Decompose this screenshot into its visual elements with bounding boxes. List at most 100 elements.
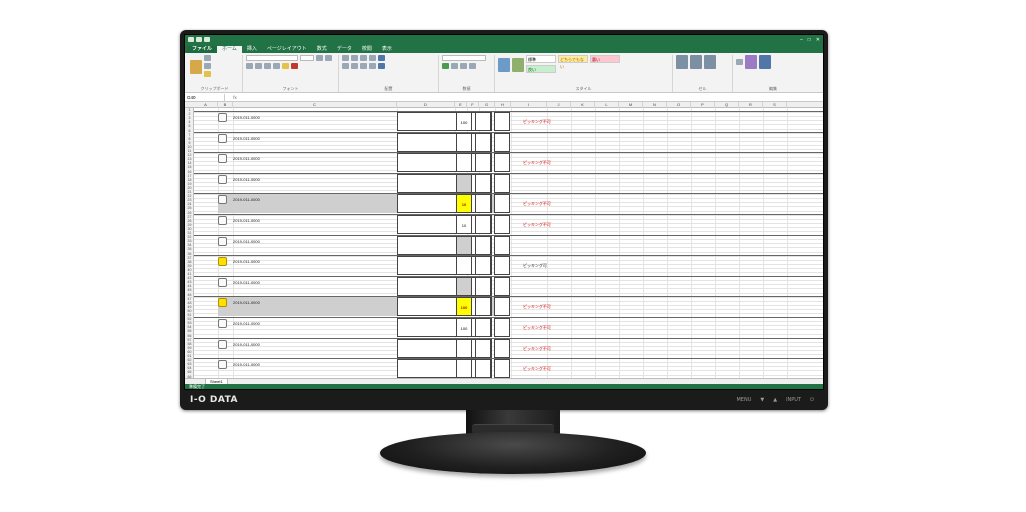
copy-icon[interactable]: [204, 63, 211, 69]
column-header[interactable]: H: [495, 102, 511, 108]
down-button[interactable]: ▼: [760, 396, 764, 404]
stock-cell[interactable]: [475, 318, 491, 337]
column-header[interactable]: E: [455, 102, 467, 108]
tab-formulas[interactable]: 数式: [312, 46, 332, 53]
stock-cell[interactable]: [475, 153, 491, 173]
minimize-icon[interactable]: –: [800, 37, 803, 43]
tab-file[interactable]: ファイル: [187, 46, 218, 53]
format-table-icon[interactable]: [512, 58, 524, 72]
tab-insert[interactable]: 挿入: [242, 46, 262, 53]
quantity-cell[interactable]: [456, 276, 472, 296]
stock-cell[interactable]: [475, 256, 491, 276]
column-header[interactable]: F: [467, 102, 479, 108]
quantity-cell[interactable]: [456, 256, 472, 276]
tab-view[interactable]: 表示: [377, 46, 397, 53]
style-good[interactable]: 良い: [526, 65, 556, 73]
fill-color-icon[interactable]: [282, 63, 289, 69]
border-icon[interactable]: [273, 63, 280, 69]
insert-cells-icon[interactable]: [676, 55, 688, 69]
undo-icon[interactable]: [196, 37, 202, 42]
align-middle-icon[interactable]: [351, 55, 358, 61]
column-header[interactable]: C: [233, 102, 397, 108]
italic-icon[interactable]: [255, 63, 262, 69]
count-cell[interactable]: [494, 112, 510, 131]
count-cell[interactable]: [494, 153, 510, 173]
menu-button[interactable]: MENU: [736, 396, 751, 404]
style-bad[interactable]: 悪い: [590, 55, 620, 63]
count-cell[interactable]: [494, 132, 510, 152]
maximize-icon[interactable]: □: [808, 37, 811, 43]
count-cell[interactable]: [494, 194, 510, 214]
save-icon[interactable]: [188, 37, 194, 42]
bold-icon[interactable]: [246, 63, 253, 69]
quantity-cell[interactable]: [456, 359, 472, 378]
quantity-cell[interactable]: [456, 153, 472, 173]
number-format-select[interactable]: [442, 55, 486, 61]
stock-cell[interactable]: [475, 173, 491, 193]
count-cell[interactable]: [494, 338, 510, 358]
tab-home[interactable]: ホーム: [217, 46, 242, 53]
align-right-icon[interactable]: [360, 63, 367, 69]
count-cell[interactable]: [494, 297, 510, 317]
cut-icon[interactable]: [204, 55, 211, 61]
column-header[interactable]: O: [667, 102, 691, 108]
quantity-cell[interactable]: 10: [456, 194, 472, 214]
orientation-icon[interactable]: [369, 55, 376, 61]
quantity-cell[interactable]: [456, 173, 472, 193]
stock-cell[interactable]: [475, 359, 491, 378]
align-bottom-icon[interactable]: [360, 55, 367, 61]
column-header[interactable]: G: [479, 102, 495, 108]
tab-page-layout[interactable]: ページレイアウト: [262, 46, 312, 53]
find-select-icon[interactable]: [759, 55, 771, 69]
font-grow-icon[interactable]: [316, 55, 323, 61]
column-header[interactable]: M: [619, 102, 643, 108]
align-left-icon[interactable]: [342, 63, 349, 69]
fx-icon[interactable]: fx: [225, 95, 245, 100]
quantity-cell[interactable]: [456, 338, 472, 358]
tab-review[interactable]: 校閲: [357, 46, 377, 53]
column-header[interactable]: D: [397, 102, 455, 108]
input-button[interactable]: INPUT: [786, 396, 801, 404]
up-button[interactable]: ▲: [773, 396, 777, 404]
stock-cell[interactable]: [475, 297, 491, 317]
quantity-cell[interactable]: 100: [456, 112, 472, 131]
font-size-select[interactable]: [300, 55, 314, 61]
percent-icon[interactable]: [451, 63, 458, 69]
stock-cell[interactable]: [475, 235, 491, 255]
quantity-cell[interactable]: [456, 132, 472, 152]
underline-icon[interactable]: [264, 63, 271, 69]
column-header[interactable]: P: [691, 102, 715, 108]
autosum-icon[interactable]: [736, 59, 743, 65]
column-header[interactable]: R: [739, 102, 763, 108]
stock-cell[interactable]: [475, 132, 491, 152]
stock-cell[interactable]: [475, 112, 491, 131]
column-header[interactable]: L: [595, 102, 619, 108]
comma-icon[interactable]: [460, 63, 467, 69]
increase-decimal-icon[interactable]: [469, 63, 476, 69]
count-cell[interactable]: [494, 318, 510, 337]
redo-icon[interactable]: [204, 37, 210, 42]
font-color-icon[interactable]: [291, 63, 298, 69]
name-box[interactable]: G40: [185, 93, 225, 101]
delete-cells-icon[interactable]: [690, 55, 702, 69]
quantity-cell[interactable]: 100: [456, 297, 472, 317]
stock-cell[interactable]: [475, 338, 491, 358]
paste-icon[interactable]: [190, 60, 202, 74]
stock-cell[interactable]: [475, 194, 491, 214]
stock-cell[interactable]: [475, 215, 491, 234]
style-neutral[interactable]: どちらでもない: [558, 55, 588, 69]
power-button[interactable]: ⏻: [810, 396, 814, 404]
currency-icon[interactable]: [442, 63, 449, 69]
count-cell[interactable]: [494, 173, 510, 193]
font-name-select[interactable]: [246, 55, 298, 61]
column-header[interactable]: A: [194, 102, 218, 108]
format-painter-icon[interactable]: [204, 71, 211, 77]
quantity-cell[interactable]: 10: [456, 215, 472, 234]
align-top-icon[interactable]: [342, 55, 349, 61]
quick-access-toolbar[interactable]: [188, 37, 210, 42]
stock-cell[interactable]: [475, 276, 491, 296]
column-header[interactable]: K: [571, 102, 595, 108]
column-header[interactable]: N: [643, 102, 667, 108]
count-cell[interactable]: [494, 235, 510, 255]
spreadsheet-grid[interactable]: ABCDEFGHIJKLMNOPQRS 1 2 3 4 5 6 7 8 9 10 11 12 13 14 1…: [185, 102, 823, 378]
